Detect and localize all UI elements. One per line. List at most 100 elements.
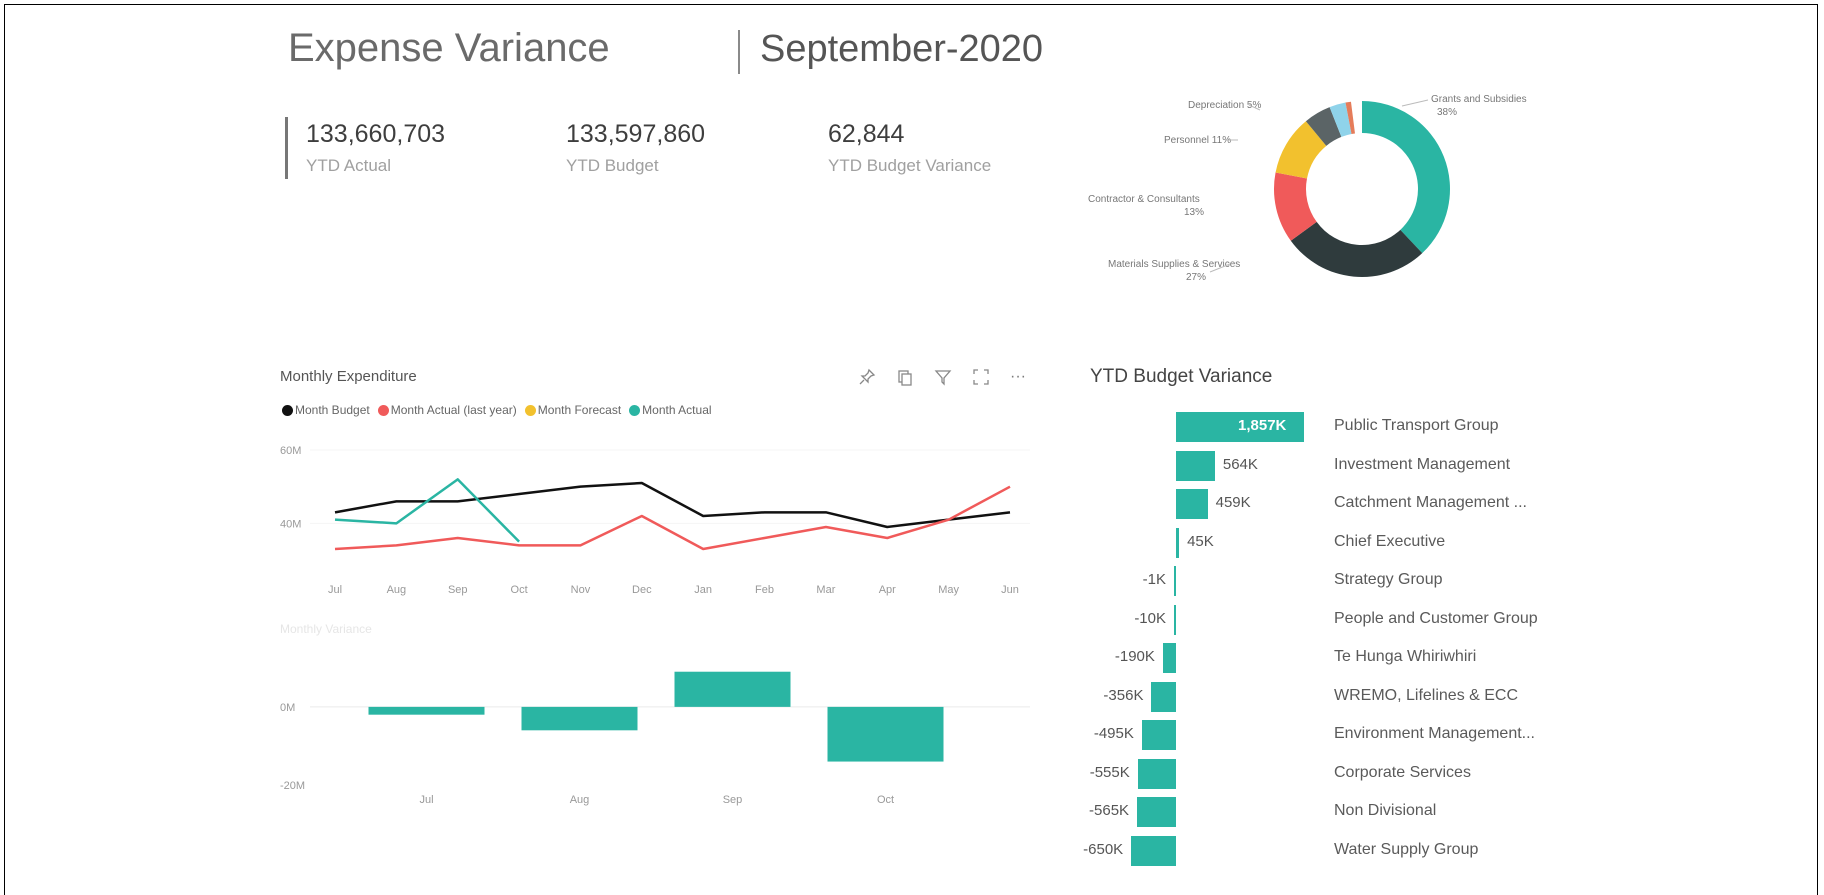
y-tick-label: 40M <box>280 518 301 530</box>
filter-icon[interactable] <box>934 368 952 391</box>
ytd-variance-bar[interactable] <box>1141 720 1176 750</box>
ytd-variance-title: YTD Budget Variance <box>1090 366 1273 387</box>
ytd-variance-value-label: 1,857K <box>1238 417 1287 434</box>
x-tick-label: Aug <box>570 794 590 806</box>
ytd-variance-bar[interactable] <box>1137 758 1176 789</box>
x-tick-label: Jul <box>419 794 433 806</box>
kpi-ytd-budget-label: YTD Budget <box>566 156 659 175</box>
period-label: September-2020 <box>760 28 1044 70</box>
x-tick-label: May <box>938 584 959 596</box>
x-tick-label: Jun <box>1001 584 1019 596</box>
legend-item-actual-last-year[interactable]: Month Actual (last year) <box>377 403 517 417</box>
x-tick-label: Feb <box>755 584 774 596</box>
x-tick-label: Apr <box>879 584 896 596</box>
ytd-variance-value-label: -495K <box>1093 725 1134 742</box>
leader-line-grants <box>1401 99 1429 107</box>
ytd-variance-category-label: Te Hunga Whiriwhiri <box>1334 648 1477 665</box>
legend-dot-icon <box>629 405 641 416</box>
ytd-variance-bar[interactable] <box>1131 835 1176 866</box>
x-tick-label: Jan <box>694 584 712 596</box>
x-tick-label: Sep <box>448 584 468 596</box>
kpi-ytd-variance-value: 62,844 <box>828 120 905 148</box>
ytd-variance-value-label: 564K <box>1222 455 1258 473</box>
ytd-variance-bar[interactable] <box>1174 604 1176 635</box>
ytd-variance-value-label: -10K <box>1134 609 1166 627</box>
y-tick-label: -20M <box>280 780 305 792</box>
kpi-ytd-variance-label: YTD Budget Variance <box>828 156 992 175</box>
x-tick-label: Mar <box>816 584 835 596</box>
x-tick-label: Oct <box>877 794 894 806</box>
ytd-variance-bar[interactable] <box>1176 527 1180 558</box>
legend-dot-icon <box>377 405 389 416</box>
ytd-variance-category-label: Chief Executive <box>1334 532 1446 550</box>
ytd-variance-value-label: -190K <box>1114 648 1155 665</box>
copy-icon[interactable] <box>896 368 914 391</box>
kpi-ytd-budget-value: 133,597,860 <box>566 120 706 148</box>
y-tick-label: 0M <box>280 702 295 714</box>
ytd-variance-bar[interactable] <box>1137 797 1176 827</box>
ytd-variance-category-label: People and Customer Group <box>1334 609 1538 627</box>
legend-item-actual[interactable]: Month Actual <box>629 403 712 417</box>
series-line[interactable] <box>334 478 520 543</box>
kpi-ytd-actual-label: YTD Actual <box>306 156 392 175</box>
pin-icon[interactable] <box>858 368 876 391</box>
ytd-variance-value-label: -356K <box>1103 686 1144 704</box>
x-tick-label: Aug <box>387 584 407 596</box>
donut-segments[interactable] <box>1274 101 1450 277</box>
ytd-variance-bar[interactable] <box>1162 643 1176 673</box>
ytd-variance-category-label: Water Supply Group <box>1334 840 1479 858</box>
focus-icon[interactable] <box>972 368 990 391</box>
legend-dot-icon <box>282 405 293 416</box>
ytd-variance-value-label: -650K <box>1083 840 1124 858</box>
ytd-variance-category-label: Catchment Management ... <box>1334 494 1527 511</box>
ytd-variance-bar[interactable] <box>1176 489 1208 519</box>
donut-label-contractor: Contractor & Consultants <box>1088 194 1200 205</box>
ytd-variance-value-label: -555K <box>1089 763 1130 781</box>
ytd-variance-value-label: -565K <box>1089 802 1130 819</box>
ytd-variance-category-label: Strategy Group <box>1334 571 1443 588</box>
ytd-variance-category-label: Public Transport Group <box>1334 417 1499 434</box>
donut-label-personnel: Personnel 11% <box>1164 135 1231 146</box>
ytd-variance-value-label: 459K <box>1215 494 1251 511</box>
variance-bar[interactable] <box>674 671 791 707</box>
ytd-variance-category-label: Investment Management <box>1334 455 1511 473</box>
donut-label-contractor-pct: 13% <box>1184 207 1204 218</box>
legend-item-budget[interactable]: Month Budget <box>282 403 370 417</box>
ytd-variance-value-label: -1K <box>1142 571 1166 588</box>
ytd-variance-bar[interactable] <box>1151 681 1176 712</box>
more-icon[interactable]: ··· <box>1010 368 1026 391</box>
monthly-variance-title: Monthly Variance <box>280 622 372 636</box>
x-tick-label: Dec <box>632 584 652 596</box>
visual-toolbar: ··· <box>858 368 1026 391</box>
ytd-variance-category-label: Non Divisional <box>1334 802 1437 819</box>
ytd-variance-category-label: WREMO, Lifelines & ECC <box>1334 686 1519 704</box>
x-tick-label: Jul <box>328 584 342 596</box>
y-tick-label: 60M <box>280 445 301 457</box>
ytd-variance-bar[interactable] <box>1176 450 1215 481</box>
variance-bar[interactable] <box>827 706 944 762</box>
x-tick-label: Nov <box>571 584 591 596</box>
monthly-expenditure-title: Monthly Expenditure <box>280 368 417 385</box>
kpi-ytd-actual-value: 133,660,703 <box>306 120 446 148</box>
variance-bar[interactable] <box>368 706 485 715</box>
ytd-variance-category-label: Corporate Services <box>1334 763 1471 781</box>
page-title: Expense Variance <box>288 26 610 70</box>
donut-label-grants-pct: 38% <box>1437 107 1457 118</box>
monthly-expenditure-chart[interactable]: 60M 40M Jul Aug Sep Oct Nov Dec Jan Feb Mar Apr May J… <box>270 430 1040 605</box>
legend-dot-icon <box>524 405 536 416</box>
monthly-legend: Month Budget Month Actual (last year) Mo… <box>282 403 712 417</box>
legend-item-forecast[interactable]: Month Forecast <box>524 403 621 417</box>
expense-donut-chart[interactable]: Grants and Subsidies 38% Depreciation 5%… <box>1080 88 1580 298</box>
x-tick-label: Oct <box>511 584 528 596</box>
donut-label-grants: Grants and Subsidies <box>1431 94 1527 105</box>
donut-label-materials-pct: 27% <box>1186 272 1206 283</box>
donut-segment[interactable] <box>1362 101 1450 254</box>
ytd-variance-value-label: 45K <box>1187 532 1214 550</box>
x-tick-label: Sep <box>723 794 743 806</box>
variance-bar[interactable] <box>521 706 638 731</box>
kpi-accent-bar <box>285 117 288 179</box>
ytd-variance-category-label: Environment Management... <box>1334 725 1535 742</box>
series-line[interactable] <box>334 481 1011 529</box>
ytd-variance-bar[interactable] <box>1174 566 1176 596</box>
monthly-variance-chart[interactable]: 0M -20M Jul Aug Sep Oct <box>270 650 1040 810</box>
